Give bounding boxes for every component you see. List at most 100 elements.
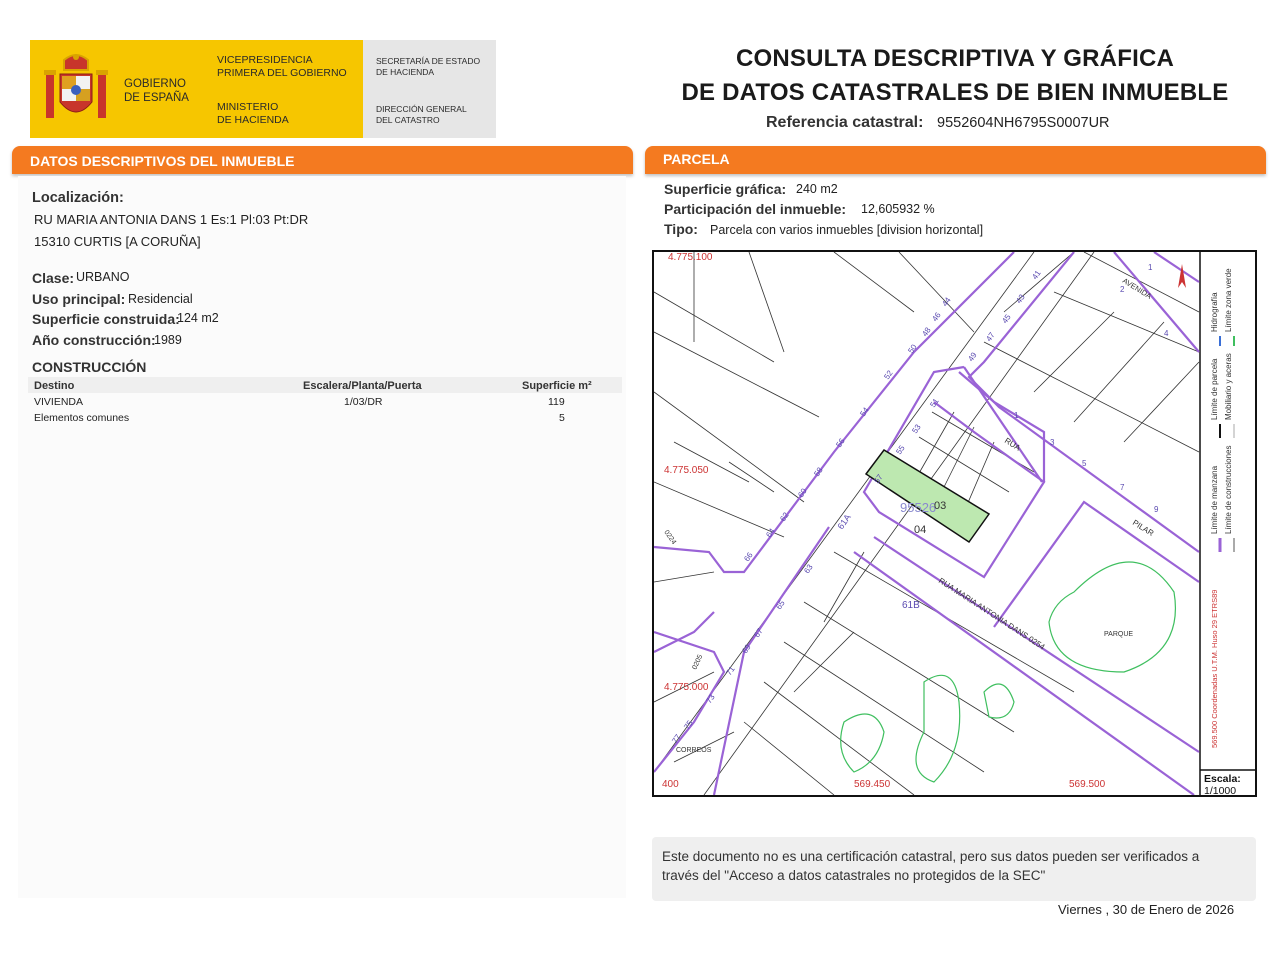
num-av-4: 4 [1164,329,1169,338]
num-av-2: 2 [1120,285,1125,294]
ref-catastral-value: 9552604NH6795S0007UR [937,115,1110,131]
ministerio-line-2: DE HACIENDA [217,114,289,126]
datos-descriptivos-header: DATOS DESCRIPTIVOS DEL INMUEBLE [12,146,633,174]
parcel-label-03: 03 [934,500,946,512]
num-69: 69 [740,642,753,655]
document-title: CONSULTA DESCRIPTIVA Y GRÁFICA DE DATOS … [650,42,1260,110]
notice-line-1: Este documento no es una certificación c… [662,849,1200,864]
direccion-line-1: DIRECCIÓN GENERAL [376,104,467,114]
localizacion-line-2: 15310 CURTIS [A CORUÑA] [34,234,201,249]
disclaimer-notice: Este documento no es una certificación c… [652,837,1256,901]
coord-y-000: 4.775.000 [664,682,709,693]
secretaria-line-2: DE HACIENDA [376,67,435,77]
notice-line-2: través del "Acceso a datos catastrales n… [662,868,1046,883]
superficie-grafica-label: Superficie gráfica: [664,181,787,197]
coord-x-450: 569.450 [854,779,891,790]
superficie-grafica-value: 240 m2 [796,182,838,196]
parcela-header: PARCELA [645,146,1266,174]
document-title-line-1: CONSULTA DESCRIPTIVA Y GRÁFICA [735,45,1175,72]
anio-construccion-label: Año construcción: [32,332,156,348]
utm-coordinates-label: 569.500 Coordenadas U.T.M. Huso 29 ETRS8… [1210,590,1219,748]
table-row-1-escalera: 1/03/DR [344,396,383,408]
num-rua-3: 3 [1050,438,1055,447]
num-rua-9: 9 [1154,505,1159,514]
coord-y-050: 4.775.050 [664,465,709,476]
code-0224: 0224 [662,529,677,546]
gobierno-line-1: GOBIERNO [124,78,186,90]
superficie-construida-label: Superficie construida: [32,311,180,327]
tipo-value: Parcela con varios inmuebles [division h… [710,223,984,237]
num-64: 64 [764,526,777,539]
escala-label: Escala: [1204,773,1241,785]
localizacion-line-1: RU MARIA ANTONIA DANS 1 Es:1 Pl:03 Pt:DR [34,212,309,227]
tipo-label: Tipo: [664,221,698,237]
ministerio-label: MINISTERIO DE HACIENDA [217,101,289,127]
gobierno-label: GOBIERNO DE ESPAÑA [124,77,189,105]
num-47: 47 [984,330,997,343]
escala-value: 1/1000 [1204,785,1236,795]
direccion-label: DIRECCIÓN GENERAL DEL CATASTRO [376,104,467,126]
vice-line-2: PRIMERA DEL GOBIERNO [217,67,347,79]
ref-catastral-label: Referencia catastral: [766,114,924,131]
parcel-label-04: 04 [914,524,926,536]
num-53: 53 [910,422,923,435]
num-rua-5: 5 [1082,459,1087,468]
localizacion-label: Localización: [32,190,124,206]
legend-verde-label: Límite zona verde [1224,268,1233,332]
uso-principal-value: Residencial [128,292,193,306]
uso-principal-label: Uso principal: [32,291,126,307]
num-71: 71 [724,664,737,677]
num-65: 65 [774,598,787,611]
participacion-label: Participación del inmueble: [664,201,847,217]
clase-label: Clase: [32,270,75,286]
correos-label: CORREOS [676,747,712,754]
num-45: 45 [1000,312,1013,325]
num-49: 49 [966,350,979,363]
street-pilar: PILAR [1131,518,1156,538]
coord-x-500: 569.500 [1069,779,1106,790]
num-77: 77 [670,732,683,745]
document-title-line-2: DE DATOS CATASTRALES DE BIEN INMUEBLE [681,79,1229,106]
secretaria-line-1: SECRETARÍA DE ESTADO [376,56,481,66]
parcel-label-61a: 61A [835,512,852,531]
num-av-1: 1 [1148,263,1153,272]
descriptive-data-panel [18,176,626,898]
coat-of-arms-icon [44,54,108,118]
col-destino: Destino [34,380,75,392]
num-50: 50 [906,342,919,355]
anio-construccion-value: 1989 [154,333,182,347]
gobierno-line-2: DE ESPAÑA [124,92,189,104]
parcel-ref-label: 95526 [900,500,936,515]
table-row-1-destino: VIVIENDA [34,396,84,408]
legend-manzana-label: Límite de manzana [1210,465,1219,534]
ministerio-line-1: MINISTERIO [217,101,279,113]
num-46: 46 [930,310,943,323]
vice-line-1: VICEPRESIDENCIA [217,54,313,66]
num-41: 41 [1030,268,1043,281]
secretaria-label: SECRETARÍA DE ESTADO DE HACIENDA [376,56,480,78]
clase-value: URBANO [76,270,130,284]
table-row-2-superficie: 5 [559,412,565,424]
code-0205: 0205 [691,654,704,671]
cadastral-map[interactable]: Límite de manzana Límite de parcela Hidr… [652,250,1257,797]
legend-hidro-label: Hidrografía [1210,292,1219,332]
col-superficie: Superficie m² [522,380,592,392]
green-zones [840,561,1176,783]
coord-top: 4.775.100 [668,252,713,263]
legend-constr-label: Límite de construcciones [1224,446,1233,535]
table-row-2-destino: Elementos comunes [34,412,130,424]
table-row-1-superficie: 119 [548,396,565,408]
participacion-value: 12,605932 % [861,202,935,216]
parque-label: PARQUE [1104,631,1133,638]
vicepresidencia-label: VICEPRESIDENCIA PRIMERA DEL GOBIERNO [217,54,347,80]
direccion-line-2: DEL CATASTRO [376,115,440,125]
document-date: Viernes , 30 de Enero de 2026 [1058,902,1235,917]
num-rua-1: 1 [1014,411,1019,420]
col-escalera: Escalera/Planta/Puerta [303,380,422,392]
coord-x-400: 400 [662,779,679,790]
parcel-label-61b: 61B [902,600,920,611]
street-maria-antonia: RUA MARIA ANTONIA DANS 0254 [937,576,1047,652]
num-75: 75 [682,718,695,731]
num-55: 55 [894,443,907,456]
legend-parcela-label: Límite de parcela [1210,358,1219,420]
